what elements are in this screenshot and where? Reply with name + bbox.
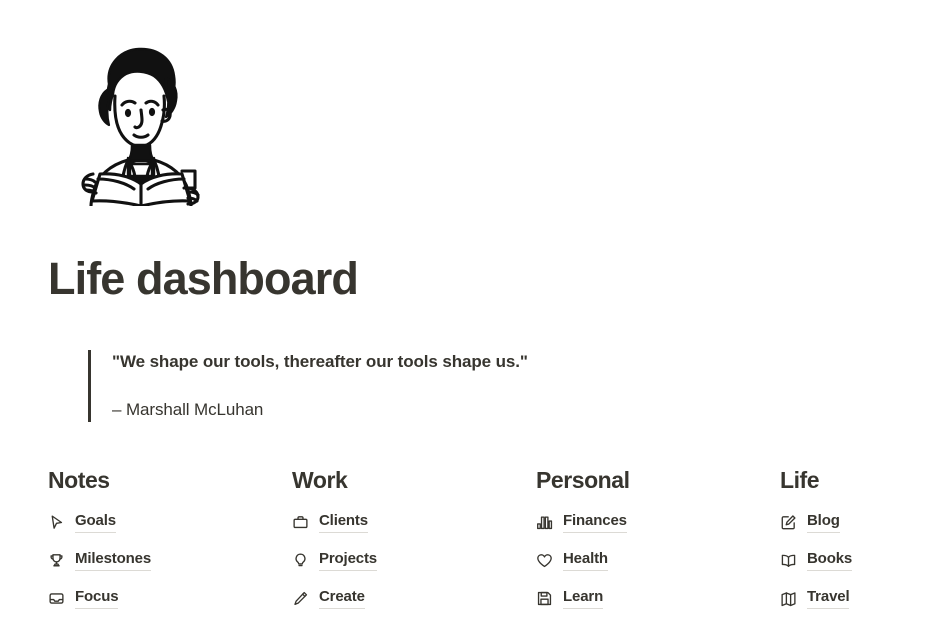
- link-columns: Notes Goals Milestones Focus Work Client…: [48, 466, 908, 617]
- column-title-personal: Personal: [536, 467, 630, 493]
- link-list-notes: Goals Milestones Focus: [48, 503, 292, 617]
- list-item[interactable]: Blog: [780, 503, 908, 541]
- lightbulb-icon: [292, 552, 309, 569]
- link-create[interactable]: Create: [319, 587, 365, 609]
- list-item[interactable]: Learn: [536, 579, 780, 617]
- column-work: Work Clients Projects Create: [292, 466, 536, 617]
- list-item[interactable]: Create: [292, 579, 536, 617]
- link-finances[interactable]: Finances: [563, 511, 627, 533]
- link-list-personal: Finances Health Learn: [536, 503, 780, 617]
- inbox-tray-icon: [48, 590, 65, 607]
- quote-spacer: [112, 374, 788, 398]
- heart-icon: [536, 552, 553, 569]
- link-goals[interactable]: Goals: [75, 511, 116, 533]
- list-item[interactable]: Clients: [292, 503, 536, 541]
- edit-square-icon: [780, 514, 797, 531]
- column-title-work: Work: [292, 467, 348, 493]
- pencil-icon: [292, 590, 309, 607]
- list-item[interactable]: Finances: [536, 503, 780, 541]
- link-books[interactable]: Books: [807, 549, 852, 571]
- person-reading-book-illustration: [62, 38, 212, 206]
- list-item[interactable]: Health: [536, 541, 780, 579]
- list-item[interactable]: Milestones: [48, 541, 292, 579]
- link-focus[interactable]: Focus: [75, 587, 119, 609]
- quote-attribution: – Marshall McLuhan: [112, 400, 264, 419]
- link-blog[interactable]: Blog: [807, 511, 840, 533]
- list-item[interactable]: Projects: [292, 541, 536, 579]
- link-health[interactable]: Health: [563, 549, 608, 571]
- life-dashboard-page: Life dashboard "We shape our tools, ther…: [0, 0, 930, 620]
- link-learn[interactable]: Learn: [563, 587, 603, 609]
- cursor-arrow-icon: [48, 514, 65, 531]
- folded-map-icon: [780, 590, 797, 607]
- column-personal: Personal Finances Health Learn: [536, 466, 780, 617]
- floppy-disk-icon: [536, 590, 553, 607]
- list-item[interactable]: Travel: [780, 579, 908, 617]
- quote-text: "We shape our tools, thereafter our tool…: [112, 352, 528, 371]
- link-list-work: Clients Projects Create: [292, 503, 536, 617]
- list-item[interactable]: Books: [780, 541, 908, 579]
- list-item[interactable]: Goals: [48, 503, 292, 541]
- column-life: Life Blog Books Travel: [780, 466, 908, 617]
- open-book-icon: [780, 552, 797, 569]
- column-title-life: Life: [780, 467, 820, 493]
- bar-chart-icon: [536, 514, 553, 531]
- column-notes: Notes Goals Milestones Focus: [48, 466, 292, 617]
- link-milestones[interactable]: Milestones: [75, 549, 151, 571]
- trophy-icon: [48, 552, 65, 569]
- list-item[interactable]: Focus: [48, 579, 292, 617]
- link-clients[interactable]: Clients: [319, 511, 368, 533]
- column-title-notes: Notes: [48, 467, 110, 493]
- link-projects[interactable]: Projects: [319, 549, 377, 571]
- link-list-life: Blog Books Travel: [780, 503, 908, 617]
- link-travel[interactable]: Travel: [807, 587, 850, 609]
- quote-block: "We shape our tools, thereafter our tool…: [88, 350, 788, 422]
- briefcase-icon: [292, 514, 309, 531]
- page-title: Life dashboard: [48, 253, 359, 304]
